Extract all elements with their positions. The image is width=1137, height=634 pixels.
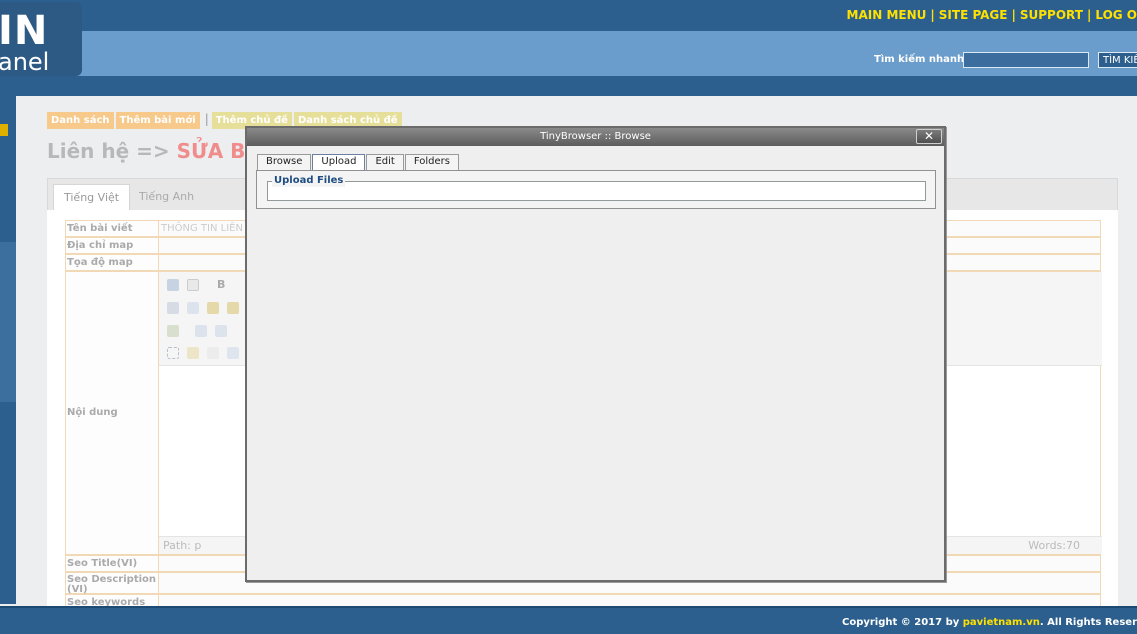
admin-logo[interactable]: IN anel <box>0 2 82 76</box>
clipboard-icon[interactable] <box>187 347 199 359</box>
link-separator: | <box>204 112 209 126</box>
copy-icon[interactable] <box>187 302 199 314</box>
quick-search-input[interactable] <box>963 52 1089 68</box>
logo-text-bottom: anel <box>0 48 50 76</box>
tinybrowser-dialog: TinyBrowser :: Browse ✕ Browse Upload Edit… <box>245 126 946 582</box>
link-list[interactable]: Danh sách <box>47 112 114 129</box>
select-all-icon[interactable] <box>167 347 179 359</box>
copyright-prefix: Copyright © 2017 by <box>841 617 963 628</box>
quick-search-label: Tìm kiếm nhanh <box>874 54 965 65</box>
bold-icon[interactable]: B <box>217 278 229 291</box>
upload-panel: Upload Files <box>256 170 936 209</box>
top-navigation: MAIN MENU | SITE PAGE | SUPPORT | LOG O <box>847 8 1137 22</box>
field-label: Nội dung <box>66 272 159 554</box>
left-sidebar <box>0 96 16 604</box>
sidebar-toggle[interactable] <box>0 124 8 136</box>
crop-icon[interactable] <box>227 347 239 359</box>
editor-word-count: Words:70 <box>1028 539 1080 552</box>
image-icon[interactable] <box>215 325 227 337</box>
tab-browse[interactable]: Browse <box>257 154 312 170</box>
save-icon[interactable] <box>167 279 179 291</box>
table-icon[interactable] <box>195 325 207 337</box>
paste-icon[interactable] <box>207 302 219 314</box>
upload-files-legend: Upload Files <box>272 175 346 187</box>
tab-vietnamese[interactable]: Tiếng Việt <box>53 184 131 211</box>
tab-english[interactable]: Tiếng Anh <box>129 184 204 211</box>
copyright-site-link[interactable]: pavietnam.vn <box>963 617 1040 628</box>
close-icon[interactable]: ✕ <box>916 129 942 144</box>
page-title: Liên hệ => SỬA BA <box>47 139 261 163</box>
nav-main-menu[interactable]: MAIN MENU <box>847 8 927 22</box>
cut-icon[interactable] <box>167 302 179 314</box>
copy-format-icon[interactable] <box>207 347 219 359</box>
seo-keywords-field[interactable] <box>159 595 1100 606</box>
tab-folders[interactable]: Folders <box>404 154 459 170</box>
link-add-article[interactable]: Thêm bài mới <box>115 112 200 129</box>
field-label: Seo Description (VI) <box>66 573 159 595</box>
form-row: Seo keywords <box>65 594 1101 608</box>
sidebar-menu-block[interactable] <box>0 242 16 402</box>
nav-logout[interactable]: LOG O <box>1095 8 1137 22</box>
dialog-tabs: Browse Upload Edit Folders <box>257 154 460 170</box>
page-title-prefix: Liên hệ => <box>47 139 170 163</box>
field-label: Seo Title(VI) <box>66 556 159 571</box>
field-label: Tên bài viết <box>66 221 159 236</box>
field-label: Địa chỉ map <box>66 238 159 253</box>
editor-path: Path: p <box>163 539 202 552</box>
field-label: Seo keywords <box>66 595 159 608</box>
copyright-suffix: . All Rights Reser <box>1039 617 1137 628</box>
top-header: IN anel MAIN MENU | SITE PAGE | SUPPORT | LOG … <box>0 0 1137 96</box>
nav-separator: | <box>930 8 935 22</box>
copyright-text: Copyright © 2017 by pavietnam.vn. All Ri… <box>842 617 1137 628</box>
dialog-title[interactable]: TinyBrowser :: Browse <box>247 128 944 146</box>
page-footer: Copyright © 2017 by pavietnam.vn. All Ri… <box>0 606 1137 634</box>
edit-icon[interactable] <box>167 325 179 337</box>
upload-files-fieldset: Upload Files <box>267 175 926 201</box>
nav-support[interactable]: SUPPORT <box>1020 8 1083 22</box>
field-label: Tọa độ map <box>66 255 159 270</box>
nav-separator: | <box>1011 8 1016 22</box>
tab-upload[interactable]: Upload <box>312 154 366 170</box>
quick-search-button[interactable]: TÌM KIẾ <box>1098 52 1137 68</box>
nav-site-page[interactable]: SITE PAGE <box>939 8 1008 22</box>
paste-text-icon[interactable] <box>227 302 239 314</box>
tab-edit[interactable]: Edit <box>366 154 404 170</box>
new-document-icon[interactable] <box>187 279 199 291</box>
nav-separator: | <box>1086 8 1092 22</box>
